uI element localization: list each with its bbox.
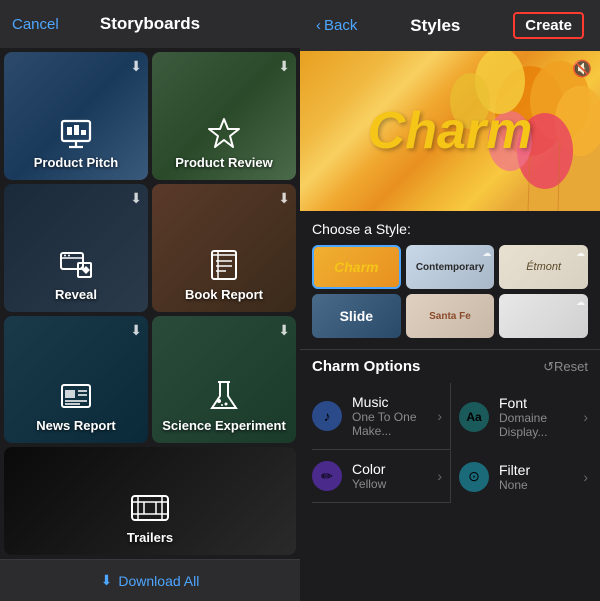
chevron-right-icon: › [437,468,442,484]
option-color[interactable]: ✏ Color Yellow › [312,450,450,503]
option-filter[interactable]: ⊙ Filter None › [450,450,588,503]
storyboard-item-product-review[interactable]: ⬇ Product Review [152,52,296,180]
style-sante-label: Santa Fe [429,311,471,322]
style-plain-thumb[interactable]: ☁ [499,294,588,338]
preview-area: Charm 🔇 [300,51,600,211]
chevron-right-icon: › [583,409,588,425]
storyboard-item-label: Book Report [185,287,263,302]
charm-options: Charm Options ↺Reset ♪ Music One To One … [300,349,600,503]
download-bar: ⬇ Download All [0,559,300,601]
mute-icon[interactable]: 🔇 [572,59,592,79]
style-sante-thumb[interactable]: Santa Fe [406,294,495,338]
left-panel: Cancel Storyboards ⬇ Product Pitch ⬇ [0,0,300,601]
cloud-download-icon: ⬇ [278,58,290,75]
storyboard-item-product-pitch[interactable]: ⬇ Product Pitch [4,52,148,180]
style-etmont-thumb[interactable]: ☁ Étmont [499,245,588,289]
cloud-download-icon: ⬇ [278,322,290,339]
charm-options-title: Charm Options [312,358,420,375]
storyboard-item-label: Trailers [127,530,173,545]
options-two-col: ♪ Music One To One Make... › Aa Font Dom… [312,383,588,450]
option-music-text: Music One To One Make... [352,394,437,438]
color-icon: ✏ [312,461,342,491]
book-report-icon [206,247,242,283]
preview-charm-text: Charm [368,101,533,161]
cloud-download-icon: ⬇ [278,190,290,207]
right-panel: ‹ Back Styles Create C [300,0,600,601]
cloud-icon: ☁ [576,297,585,308]
left-header: Cancel Storyboards [0,0,300,48]
option-color-label: Color [352,461,437,477]
style-contemporary-thumb[interactable]: ☁ Contemporary [406,245,495,289]
option-filter-text: Filter None [499,462,583,492]
science-icon [206,378,242,414]
styles-section: Choose a Style: Charm ☁ Contemporary ☁ É… [300,211,600,349]
reset-button[interactable]: ↺Reset [543,359,588,375]
right-panel-title: Styles [410,16,460,36]
cloud-icon: ☁ [482,248,491,259]
option-font-value: Domaine Display... [499,411,583,439]
style-slide-thumb[interactable]: Slide [312,294,401,338]
font-icon: Aa [459,402,489,432]
chevron-right-icon: › [437,408,442,424]
cloud-download-icon: ⬇ [130,322,142,339]
option-music-label: Music [352,394,437,410]
storyboard-item-label: Product Pitch [34,155,119,170]
preview-balloons-bg: Charm [300,51,600,211]
option-filter-value: None [499,478,583,492]
choose-style-label: Choose a Style: [312,221,588,237]
option-music[interactable]: ♪ Music One To One Make... › [312,383,450,450]
storyboard-item-reveal[interactable]: ⬇ Reveal [4,184,148,312]
options-two-col-2: ✏ Color Yellow › ⊙ Filter None › [312,450,588,503]
cloud-icon: ☁ [576,248,585,259]
chevron-right-icon: › [583,469,588,485]
option-font[interactable]: Aa Font Domaine Display... › [450,383,588,450]
back-button[interactable]: ‹ Back [316,17,357,34]
product-pitch-icon [58,115,94,151]
style-charm-thumb[interactable]: Charm [312,245,401,289]
style-contemporary-label: Contemporary [416,262,484,273]
options-list: ♪ Music One To One Make... › Aa Font Dom… [312,383,588,503]
option-color-value: Yellow [352,477,437,491]
download-all-button[interactable]: ⬇ Download All [16,572,284,589]
create-button[interactable]: Create [513,12,584,39]
product-review-icon [206,115,242,151]
cloud-download-icon: ⬇ [130,190,142,207]
cloud-download-icon: ⬇ [130,58,142,75]
trailers-icon [130,490,170,526]
storyboard-item-label: Product Review [175,155,273,170]
option-color-text: Color Yellow [352,461,437,491]
option-filter-label: Filter [499,462,583,478]
storyboard-item-news-report[interactable]: ⬇ News Report [4,316,148,444]
back-label: Back [324,17,357,34]
storyboard-item-book-report[interactable]: ⬇ Book Report [152,184,296,312]
storyboard-grid: ⬇ Product Pitch ⬇ Product Review ⬇ [0,48,300,559]
styles-grid: Charm ☁ Contemporary ☁ Étmont Slide Sant… [312,245,588,338]
storyboard-item-label: News Report [36,418,115,433]
option-music-value: One To One Make... [352,410,437,438]
right-header: ‹ Back Styles Create [300,0,600,51]
storyboard-item-science-experiment[interactable]: ⬇ Science Experiment [152,316,296,444]
style-etmont-label: Étmont [526,261,561,273]
storyboard-item-trailers[interactable]: Trailers [4,447,296,555]
filter-icon: ⊙ [459,462,489,492]
news-report-icon [58,378,94,414]
style-charm-label: Charm [334,259,378,275]
chevron-left-icon: ‹ [316,17,321,34]
download-icon: ⬇ [101,572,113,589]
storyboard-item-label: Science Experiment [162,418,286,433]
left-panel-title: Storyboards [100,14,200,34]
cancel-button[interactable]: Cancel [12,16,59,33]
reveal-icon [58,247,94,283]
style-slide-label: Slide [340,308,373,324]
music-icon: ♪ [312,401,342,431]
option-font-text: Font Domaine Display... [499,395,583,439]
storyboard-item-label: Reveal [55,287,97,302]
download-all-label: Download All [118,573,199,589]
charm-options-header: Charm Options ↺Reset [312,358,588,375]
option-font-label: Font [499,395,583,411]
